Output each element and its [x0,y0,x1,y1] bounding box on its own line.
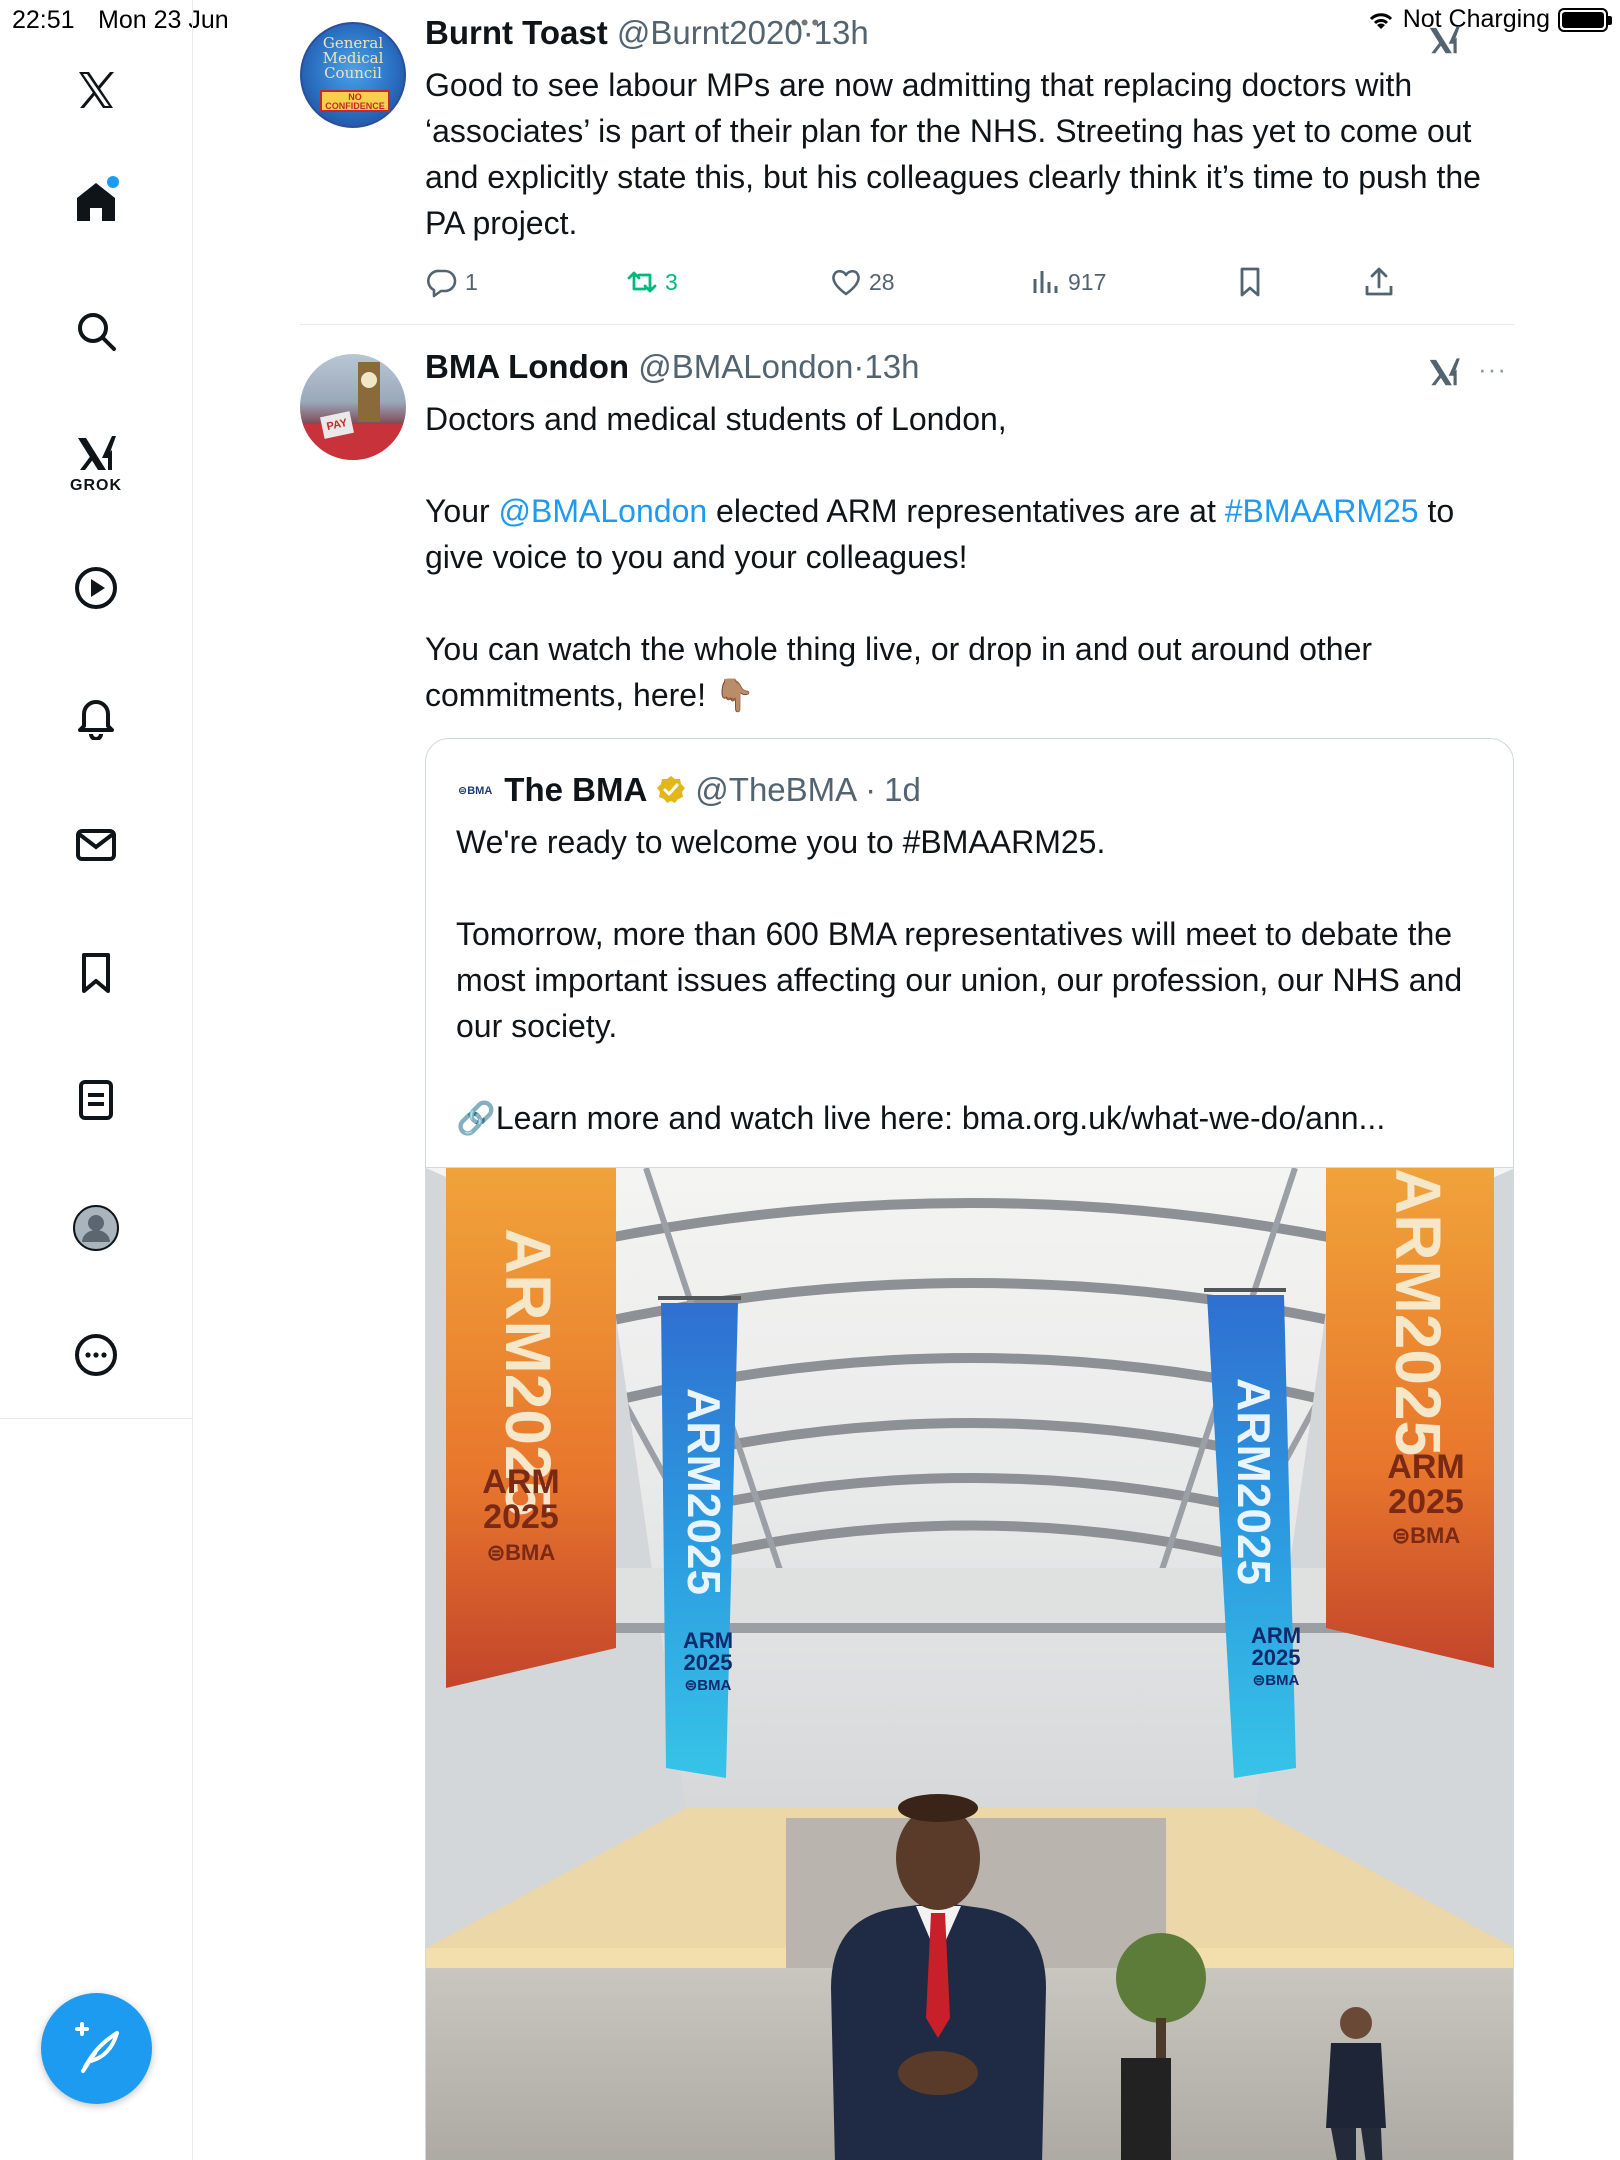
paragraph: You can watch the whole thing live, or d… [425,631,1373,713]
heart-icon [832,269,860,296]
repost-count: 3 [665,268,678,295]
home-icon[interactable] [66,172,126,232]
reply-count: 1 [465,268,478,295]
post-text: Doctors and medical students of London, … [425,396,1515,718]
quote-author-name[interactable]: The BMA [504,771,647,809]
author-handle[interactable]: @BMALondon [638,348,853,385]
post-divider [300,324,1514,325]
quote-time[interactable]: 1d [884,771,921,809]
share-button[interactable] [1362,265,1396,299]
views-button[interactable]: 917 [1028,265,1106,299]
reply-button[interactable]: 1 [425,265,478,299]
more-options-icon[interactable] [66,1325,126,1385]
status-indicators: Not Charging [1367,5,1612,34]
post-header: BMA London @BMALondon·13h [425,348,919,386]
search-icon[interactable] [66,301,126,361]
banner-year-text: 2025 [1252,1645,1301,1670]
banner-arm-text: ARM [482,1463,559,1501]
paragraph: Your @BMALondon elected ARM representati… [425,488,1515,580]
author-handle[interactable]: @Burnt2020 [617,14,803,51]
post-time[interactable]: 13h [814,14,869,51]
paragraph-spacer [425,442,1515,488]
x-logo-icon[interactable] [66,60,126,120]
mention-link[interactable]: @BMALondon [499,493,708,529]
grok-label: GROK [70,477,122,494]
quote-text: We're ready to welcome you to #BMAARM25.… [456,819,1486,1141]
banner-big-text: ARM2025 [1382,1168,1454,1456]
grok-explain-icon[interactable] [1425,20,1463,58]
text-run: elected ARM representatives are at [707,493,1225,529]
grok-icon[interactable] [66,422,126,482]
like-count: 28 [869,268,895,295]
banner-year-text: 2025 [483,1498,559,1536]
battery-icon [1558,7,1612,32]
separator-dot: · [853,348,865,385]
quote-author-handle[interactable]: @TheBMA [695,771,857,809]
banner-org-text: ⊜BMA [685,1677,732,1694]
bookmarks-icon[interactable] [66,943,126,1003]
avatar-stamp: NO CONFIDENCE [320,90,390,112]
sidebar-divider [0,1418,193,1419]
profile-avatar-icon[interactable] [66,1198,126,1258]
bma-logo: ⊜BMA [458,784,493,797]
bookmark-button[interactable] [1233,265,1267,299]
video-play-icon[interactable] [66,558,126,618]
post-actions: 1 3 28 917 [425,265,1425,305]
sidebar-nav: GROK [0,0,193,2160]
banner-year-text: 2025 [684,1650,733,1675]
compose-feather-icon [74,2021,119,2073]
notifications-bell-icon[interactable] [66,686,126,746]
post-header: Burnt Toast @Burnt2020·13h [425,14,869,52]
paragraph: Tomorrow, more than 600 BMA representati… [456,916,1463,1044]
text-run: Your [425,493,499,529]
messages-envelope-icon[interactable] [66,815,126,875]
views-chart-icon [1033,271,1058,293]
verified-badge-icon [657,776,686,803]
paragraph-spacer [456,1049,1486,1095]
banner-org-text: ⊜BMA [1392,1523,1461,1548]
grok-explain-icon[interactable] [1425,352,1463,390]
wifi-icon [1369,12,1392,29]
quote-header: ⊜BMA The BMA @TheBMA · 1d [458,771,921,809]
repost-button[interactable]: 3 [625,265,678,299]
separator-dot: · [802,14,814,51]
hashtag-link[interactable]: #BMAARM25 [1225,493,1419,529]
big-ben-graphic [358,362,380,422]
like-button[interactable]: 28 [829,265,895,299]
paragraph-spacer [456,865,1486,911]
post-text: Good to see labour MPs are now admitting… [425,67,1481,241]
banner-year-text: 2025 [1388,1483,1464,1521]
author-name[interactable]: BMA London [425,348,629,385]
share-upload-icon [1365,267,1393,296]
arm2025-atrium-photo: ARM2025 ARM 2025 ⊜BMA ARM2025 ARM 2025 ⊜… [426,1168,1513,2160]
lists-icon[interactable] [66,1070,126,1130]
avatar[interactable]: PAY [300,354,406,460]
compose-post-button[interactable] [41,1993,152,2104]
unread-indicator-dot [107,176,119,188]
avatar-caption: General Medical Council [322,34,384,82]
banner-org-text: ⊜BMA [487,1540,556,1565]
quoted-post[interactable]: ⊜BMA The BMA @TheBMA · 1d We're ready to w… [425,738,1514,2160]
banner-arm-text: ARM [1387,1448,1464,1486]
post-time[interactable]: 13h [864,348,919,385]
paragraph: We're ready to welcome you to #BMAARM25. [456,824,1106,860]
repost-icon [627,271,657,293]
banner-big-text: ARM2025 [678,1388,730,1595]
avatar[interactable]: General Medical Council NO CONFIDENCE [300,22,406,128]
banner-org-text: ⊜BMA [1253,1672,1300,1689]
reply-icon [427,269,457,298]
more-options-button[interactable]: ··· [1478,354,1507,385]
paragraph-spacer [425,580,1515,626]
banner-big-text: ARM2025 [1228,1378,1280,1585]
quote-media-image[interactable]: ARM2025 ARM 2025 ⊜BMA ARM2025 ARM 2025 ⊜… [426,1167,1513,2160]
author-name[interactable]: Burnt Toast [425,14,608,51]
separator-dot: · [865,771,877,808]
paragraph: Doctors and medical students of London, [425,401,1007,437]
bookmark-icon [1240,267,1260,297]
paragraph: 🔗Learn more and watch live here: bma.org… [456,1100,1386,1136]
view-count: 917 [1068,268,1107,295]
